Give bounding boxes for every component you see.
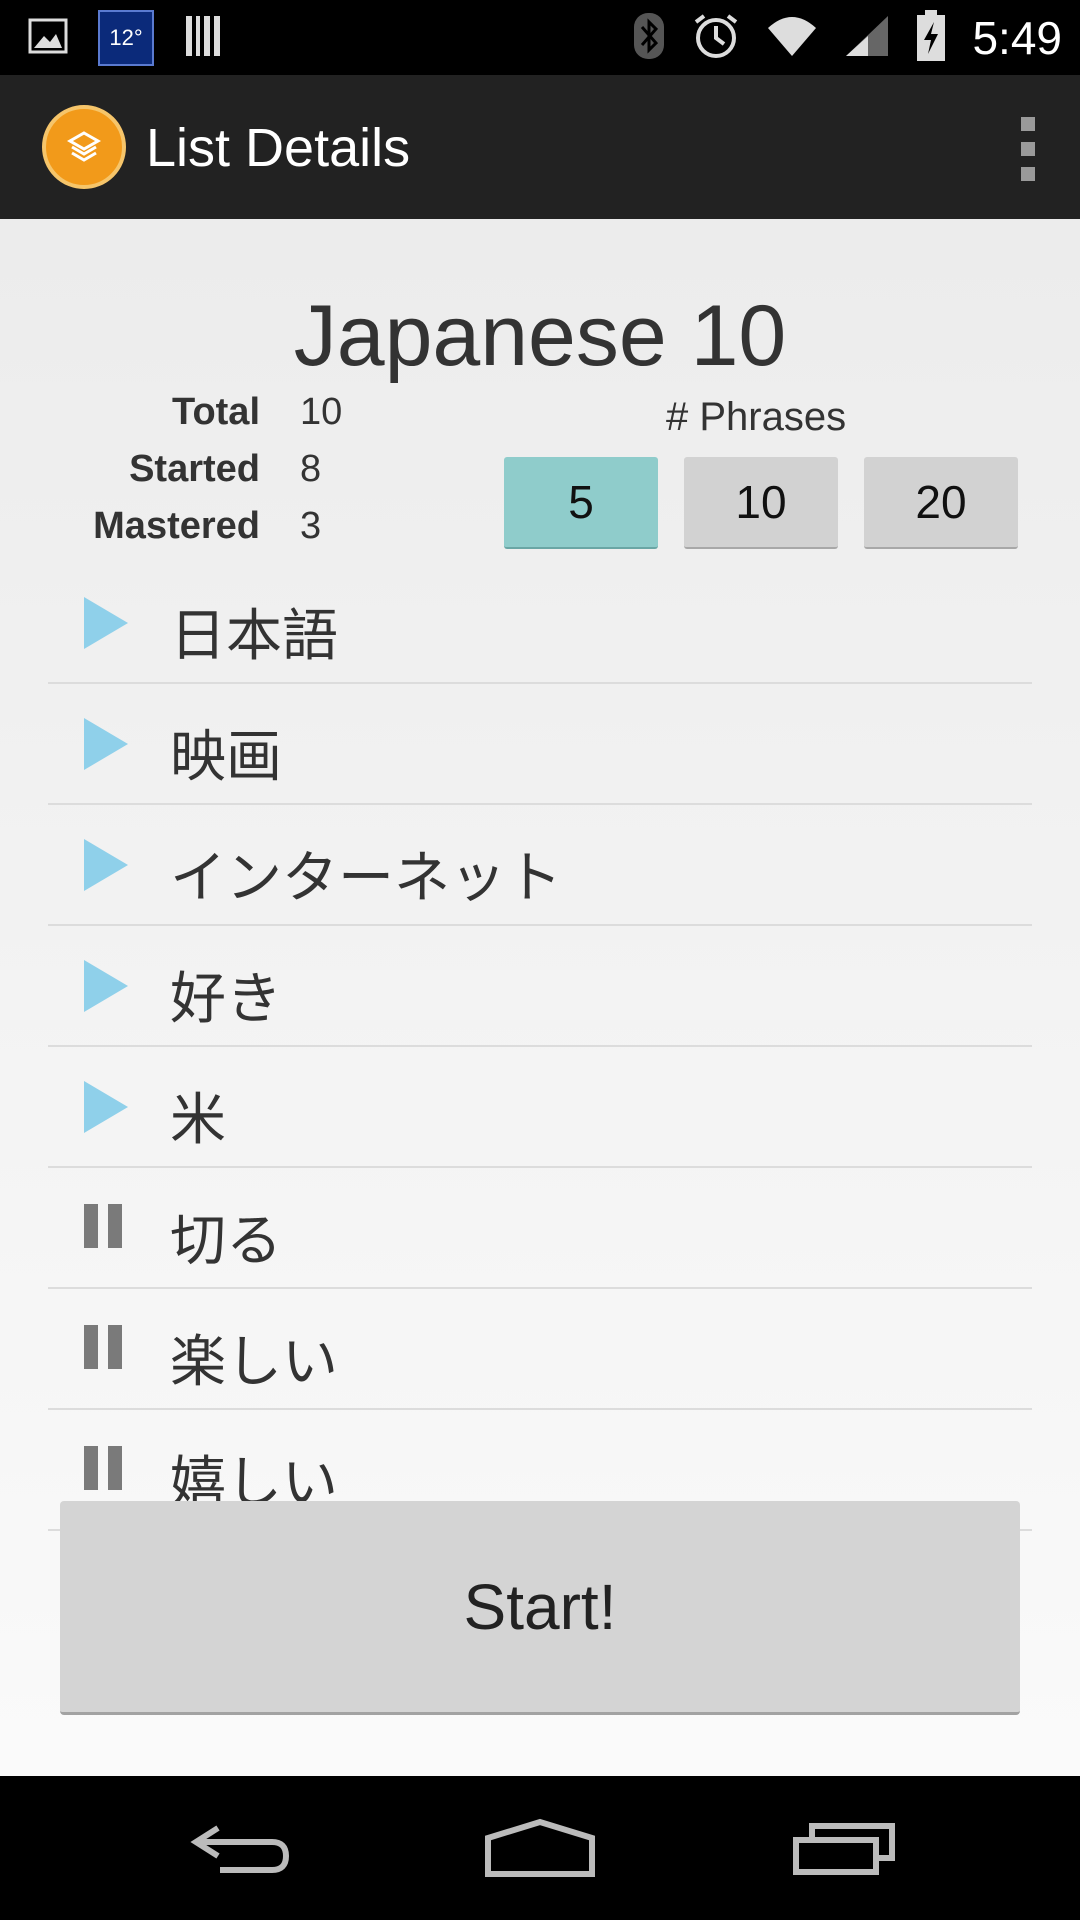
notification-icons: 12° — [28, 10, 224, 66]
phrase-list-item[interactable]: 映画 — [48, 684, 1032, 805]
stat-value-mastered: 3 — [300, 505, 322, 547]
play-icon — [84, 839, 128, 891]
status-time: 5:49 — [972, 11, 1062, 64]
phrase-list-item[interactable]: 米 — [48, 1047, 1032, 1168]
phrase-text: 楽しい — [170, 1330, 338, 1395]
barcode-icon — [184, 14, 224, 62]
phrase-count-button-10[interactable]: 10 — [684, 457, 838, 549]
weather-temp: 12° — [109, 25, 143, 50]
phrase-text: インターネット — [170, 846, 562, 911]
phrase-count-button-5[interactable]: 5 — [504, 457, 658, 549]
phrases-count-label: # Phrases — [666, 395, 847, 439]
stat-label-mastered: Mastered — [93, 505, 260, 547]
pause-icon — [84, 1204, 128, 1250]
status-bar: 12° 5:49 — [0, 0, 1080, 75]
screen-title: List Details — [146, 118, 411, 178]
layers-icon[interactable] — [42, 105, 126, 189]
phrase-list-item[interactable]: インターネット — [48, 805, 1032, 926]
wifi-icon — [766, 14, 818, 62]
battery-charging-icon — [916, 9, 946, 66]
weather-icon: 12° — [98, 10, 154, 66]
recent-apps-icon[interactable] — [744, 1776, 944, 1920]
home-icon[interactable] — [440, 1776, 640, 1920]
back-icon[interactable] — [140, 1776, 340, 1920]
list-title: Japanese 10 — [293, 288, 787, 384]
bluetooth-icon — [632, 11, 666, 65]
stat-label-started: Started — [129, 448, 260, 490]
list-details-content: Japanese 10 Total 10 Started 8 Mastered … — [0, 219, 1080, 1776]
phrase-list-item[interactable]: 日本語 — [48, 563, 1032, 684]
stat-label-total: Total — [172, 391, 260, 433]
phrase-text: 好き — [170, 967, 282, 1032]
phrase-text: 映画 — [170, 725, 282, 790]
image-icon — [28, 18, 68, 58]
start-button[interactable]: Start! — [60, 1501, 1020, 1715]
play-icon — [84, 597, 128, 649]
navigation-bar — [0, 1776, 1080, 1920]
pause-icon — [84, 1325, 128, 1371]
phrase-list-item[interactable]: 好き — [48, 926, 1032, 1047]
pause-icon — [84, 1446, 128, 1492]
phrase-text: 日本語 — [170, 604, 338, 669]
system-icons: 5:49 — [632, 0, 1062, 75]
phrase-text: 米 — [170, 1088, 226, 1153]
action-bar: List Details — [0, 75, 1080, 219]
phrase-text: 切る — [170, 1209, 282, 1274]
phrase-count-button-20[interactable]: 20 — [864, 457, 1018, 549]
stat-value-started: 8 — [300, 448, 322, 490]
phrase-list-item[interactable]: 切る — [48, 1168, 1032, 1289]
signal-icon — [844, 14, 890, 62]
overflow-menu-icon[interactable] — [1018, 117, 1038, 181]
play-icon — [84, 960, 128, 1012]
alarm-icon — [692, 12, 740, 64]
play-icon — [84, 718, 128, 770]
stat-value-total: 10 — [300, 391, 343, 433]
phrase-list-item[interactable]: 楽しい — [48, 1289, 1032, 1410]
play-icon — [84, 1081, 128, 1133]
